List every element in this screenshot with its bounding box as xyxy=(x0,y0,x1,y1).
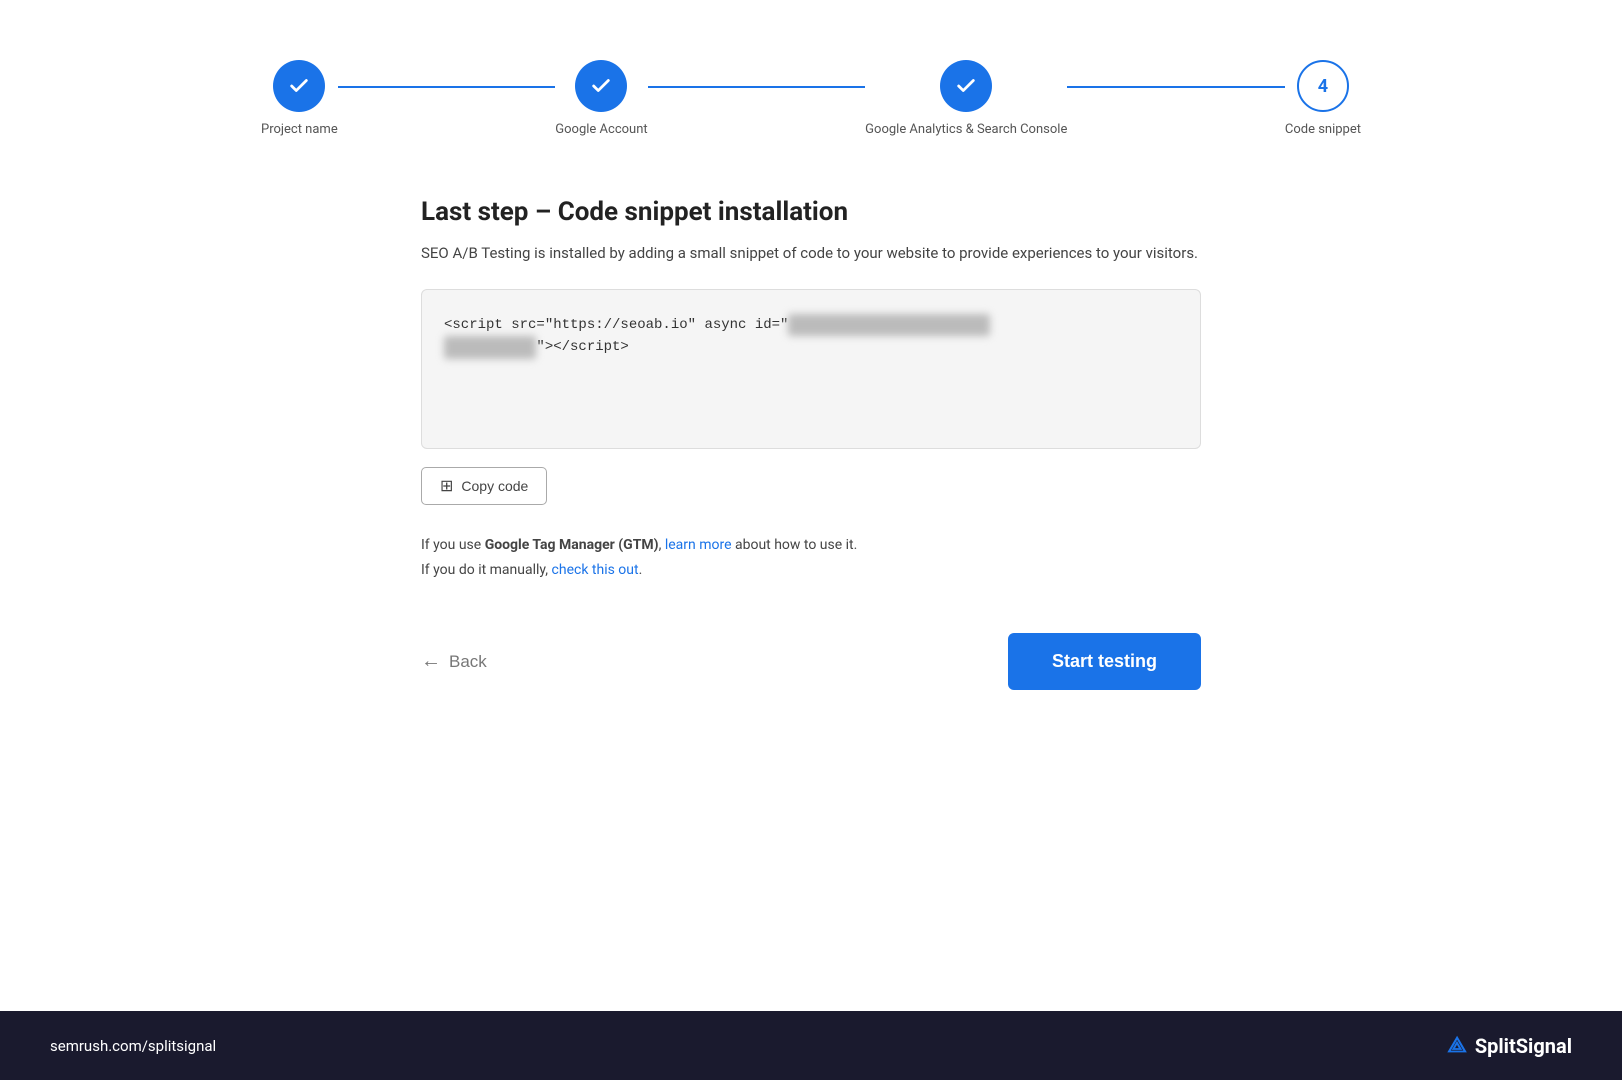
code-text-closing: "></script> xyxy=(536,339,628,355)
step-2-label: Google Account xyxy=(555,122,647,137)
info-line1-prefix: If you use xyxy=(421,537,485,553)
footer-brand: ⟁ SplitSignal xyxy=(1447,1033,1572,1058)
step-4-number: 4 xyxy=(1318,76,1328,97)
bottom-nav: ← Back Start testing xyxy=(421,633,1201,690)
step-google-analytics: Google Analytics & Search Console xyxy=(865,60,1067,137)
code-block: <script src="https://seoab.io" async id=… xyxy=(421,289,1201,449)
copy-code-button[interactable]: ⊞ Copy code xyxy=(421,467,547,505)
code-blurred-2: ███████████ xyxy=(444,336,536,358)
back-label: Back xyxy=(449,652,487,672)
info-line2-prefix: If you do it manually, xyxy=(421,562,552,578)
connector-1 xyxy=(338,86,556,88)
step-4-label: Code snippet xyxy=(1285,122,1361,137)
back-button[interactable]: ← Back xyxy=(421,650,487,673)
brand-icon: ⟁ xyxy=(1447,1033,1467,1058)
step-1-circle xyxy=(273,60,325,112)
check-this-out-link[interactable]: check this out xyxy=(552,562,639,578)
info-line2-suffix: . xyxy=(639,562,643,578)
copy-icon: ⊞ xyxy=(440,476,453,496)
info-line-2: If you do it manually, check this out. xyxy=(421,558,1201,583)
step-4-circle: 4 xyxy=(1297,60,1349,112)
code-text-visible: <script src="https://seoab.io" async id=… xyxy=(444,317,788,333)
copy-button-label: Copy code xyxy=(461,478,528,494)
info-text: If you use Google Tag Manager (GTM), lea… xyxy=(421,533,1201,583)
step-3-label: Google Analytics & Search Console xyxy=(865,122,1067,137)
step-code-snippet: 4 Code snippet xyxy=(1285,60,1361,137)
page-description: SEO A/B Testing is installed by adding a… xyxy=(421,241,1201,265)
brand-name: SplitSignal xyxy=(1475,1034,1572,1058)
page-title: Last step – Code snippet installation xyxy=(421,197,1201,227)
code-blurred-1: ██████████ ████ ████████ xyxy=(788,314,990,336)
step-project-name: Project name xyxy=(261,60,338,137)
content-area: Last step – Code snippet installation SE… xyxy=(421,197,1201,690)
footer-url: semrush.com/splitsignal xyxy=(50,1037,216,1055)
connector-2 xyxy=(648,86,866,88)
info-line1-suffix: about how to use it. xyxy=(732,537,858,553)
step-1-label: Project name xyxy=(261,122,338,137)
connector-3 xyxy=(1067,86,1285,88)
learn-more-link[interactable]: learn more xyxy=(665,537,732,553)
back-arrow-icon: ← xyxy=(421,650,441,673)
stepper: Project name Google Account Google Analy… xyxy=(261,60,1361,137)
step-3-circle xyxy=(940,60,992,112)
start-testing-button[interactable]: Start testing xyxy=(1008,633,1201,690)
step-2-circle xyxy=(575,60,627,112)
info-gtm-bold: Google Tag Manager (GTM) xyxy=(485,537,659,553)
info-line-1: If you use Google Tag Manager (GTM), lea… xyxy=(421,533,1201,558)
footer: semrush.com/splitsignal ⟁ SplitSignal xyxy=(0,1011,1622,1080)
step-google-account: Google Account xyxy=(555,60,647,137)
